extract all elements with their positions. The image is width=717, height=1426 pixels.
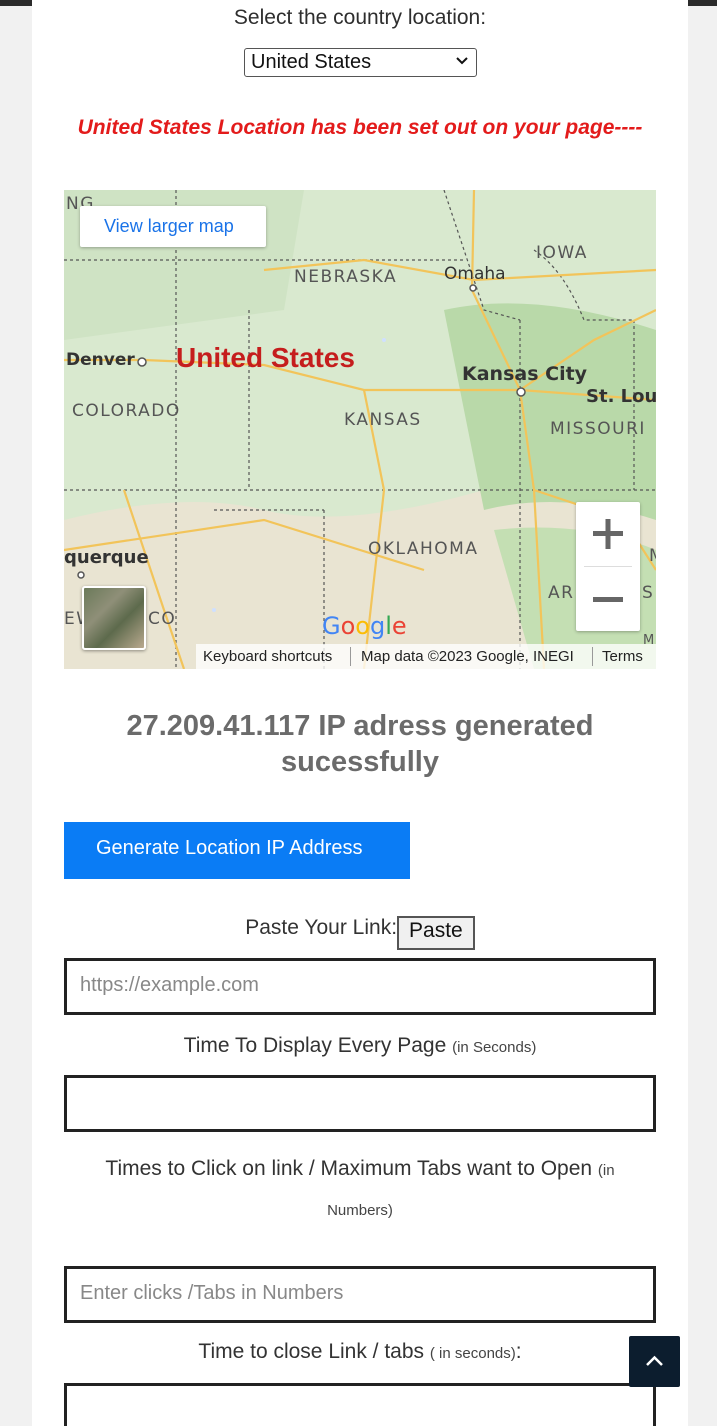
close-time-unit: ( in seconds) bbox=[429, 1345, 516, 1362]
map-city-marker bbox=[137, 357, 147, 367]
map-label-colorado: COLORADO bbox=[72, 401, 181, 421]
country-select[interactable]: United States bbox=[244, 48, 477, 77]
terms-link[interactable]: Terms bbox=[602, 648, 643, 665]
map-city-omaha: Omaha bbox=[444, 264, 506, 284]
scroll-to-top-button[interactable] bbox=[629, 1336, 680, 1387]
map-state-fragment: M bbox=[649, 546, 656, 566]
link-url-placeholder: https://example.com bbox=[80, 974, 259, 996]
map-city-denver: Denver bbox=[66, 350, 135, 370]
map-footer: Keyboard shortcuts Map data ©2023 Google… bbox=[196, 644, 656, 669]
map-city-marker bbox=[469, 284, 477, 292]
chevron-up-icon bbox=[646, 1355, 663, 1366]
paste-link-label: Paste Your Link: bbox=[245, 916, 398, 939]
clicks-label: Times to Click on link / Maximum Tabs wa… bbox=[105, 1157, 615, 1219]
map-city-marker bbox=[77, 571, 85, 579]
chevron-down-icon bbox=[456, 57, 468, 65]
map-state-fragment: AR bbox=[548, 583, 575, 603]
satellite-view-toggle[interactable] bbox=[82, 586, 146, 650]
map-state-fragment: CO bbox=[148, 609, 177, 629]
map-city-st-louis: St. Lou bbox=[586, 386, 656, 407]
display-time-input[interactable] bbox=[64, 1075, 656, 1132]
embedded-map[interactable]: NG View larger map NEBRASKA IOWA Omaha D… bbox=[64, 190, 656, 669]
map-city-kansas-city: Kansas City bbox=[462, 363, 588, 385]
page-card: Select the country location: United Stat… bbox=[32, 0, 688, 1426]
generate-ip-button[interactable]: Generate Location IP Address bbox=[64, 822, 410, 879]
country-select-value: United States bbox=[251, 51, 372, 73]
map-zoom-controls bbox=[576, 502, 640, 631]
map-label-nebraska: NEBRASKA bbox=[294, 267, 398, 287]
view-larger-map-link[interactable]: View larger map bbox=[80, 206, 266, 247]
display-time-unit: (in Seconds) bbox=[452, 1039, 537, 1056]
map-country-label: United States bbox=[176, 342, 355, 373]
map-label-iowa: IOWA bbox=[536, 243, 588, 263]
clicks-placeholder: Enter clicks /Tabs in Numbers bbox=[80, 1282, 344, 1304]
footer-divider bbox=[592, 647, 593, 666]
map-city-albuquerque: querque bbox=[64, 547, 149, 568]
map-label-kansas: KANSAS bbox=[344, 410, 422, 430]
footer-divider bbox=[350, 647, 351, 666]
map-label-missouri: MISSOURI bbox=[550, 419, 646, 439]
paste-link-row: Paste Your Link: Paste bbox=[32, 916, 688, 950]
minus-icon bbox=[593, 597, 623, 602]
link-url-input[interactable]: https://example.com bbox=[64, 958, 656, 1015]
paste-button[interactable]: Paste bbox=[397, 916, 475, 950]
display-time-label: Time To Display Every Page (in Seconds) bbox=[183, 1034, 537, 1057]
close-time-input[interactable] bbox=[64, 1383, 656, 1426]
zoom-in-button[interactable] bbox=[576, 502, 640, 566]
close-time-label: Time to close Link / tabs ( in seconds): bbox=[198, 1340, 522, 1363]
keyboard-shortcuts-link[interactable]: Keyboard shortcuts bbox=[203, 648, 332, 665]
country-select-label: Select the country location: bbox=[233, 6, 487, 29]
map-state-fragment: S bbox=[642, 583, 655, 603]
plus-icon bbox=[593, 519, 623, 549]
map-label-oklahoma: OKLAHOMA bbox=[368, 539, 479, 559]
ip-generated-message: 27.209.41.117 IP adress generated sucess… bbox=[126, 710, 594, 778]
map-city-marker bbox=[516, 387, 526, 397]
zoom-out-button[interactable] bbox=[576, 567, 640, 631]
status-message: United States Location has been set out … bbox=[77, 116, 643, 139]
google-logo: Google bbox=[322, 612, 407, 640]
clicks-input[interactable]: Enter clicks /Tabs in Numbers bbox=[64, 1266, 656, 1323]
map-data-attribution[interactable]: Map data ©2023 Google, INEGI bbox=[361, 648, 574, 665]
